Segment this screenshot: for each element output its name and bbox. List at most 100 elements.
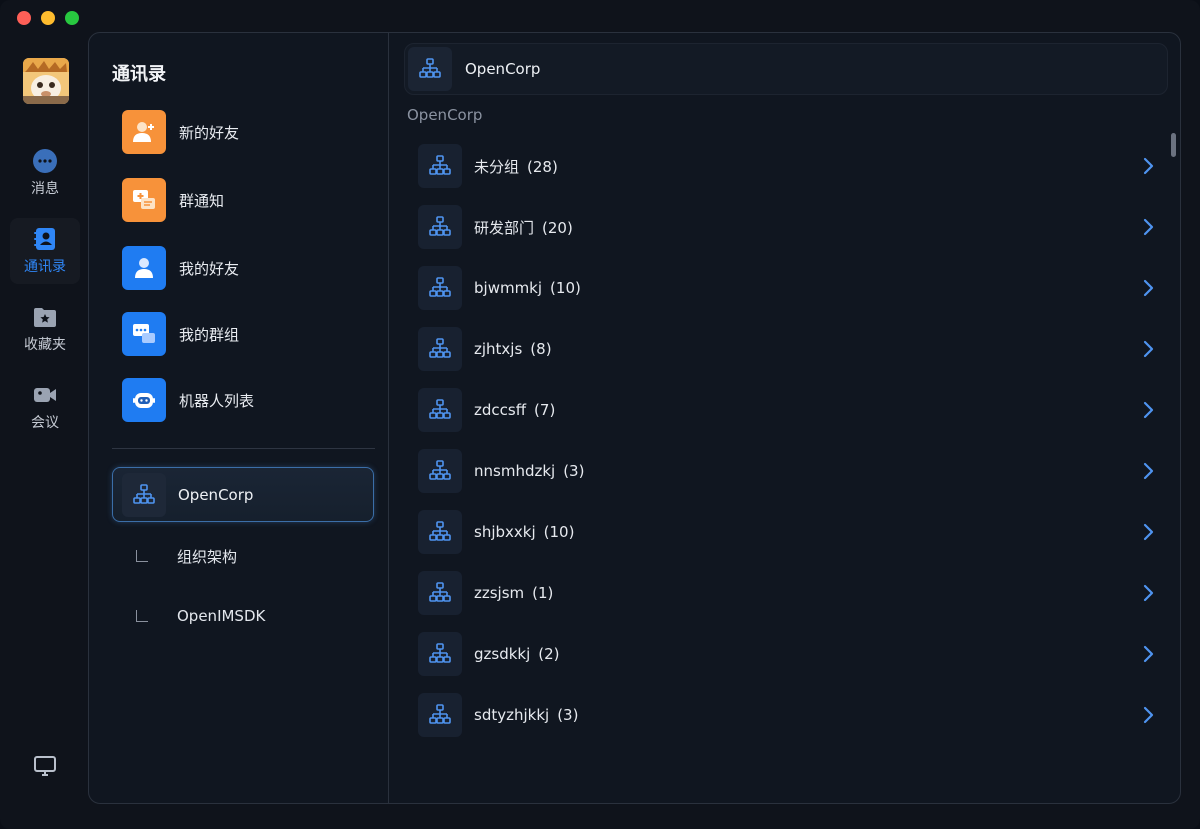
monitor-icon[interactable] <box>33 754 57 778</box>
department-row[interactable]: zzsjsm (1) <box>418 571 1158 615</box>
scrollbar[interactable] <box>1171 133 1176 157</box>
tree-branch-icon <box>136 550 148 562</box>
nav-item-messages[interactable]: 消息 <box>0 140 90 206</box>
divider <box>112 448 375 449</box>
department-name: sdtyzhjkkj (3) <box>474 706 579 724</box>
my-friends-icon <box>135 258 153 278</box>
member-count: (28) <box>527 157 558 176</box>
member-count: (7) <box>534 401 556 419</box>
org-chart-icon <box>429 155 451 175</box>
chevron-right-icon <box>1143 279 1154 297</box>
org-chart-icon <box>429 216 451 236</box>
department-row[interactable]: 研发部门 (20) <box>418 205 1158 249</box>
user-avatar[interactable] <box>23 58 69 104</box>
department-row[interactable]: 未分组 (28) <box>418 144 1158 188</box>
org-header-title: OpenCorp <box>465 60 541 78</box>
department-name: zzsjsm (1) <box>474 584 554 602</box>
department-name: shjbxxkj (10) <box>474 523 575 541</box>
chevron-right-icon <box>1143 523 1154 541</box>
nav-label-messages: 消息 <box>31 181 59 197</box>
department-name: gzsdkkj (2) <box>474 645 560 663</box>
maximize-window-button[interactable] <box>65 11 79 25</box>
chevron-right-icon <box>1143 584 1154 602</box>
contacts-icon <box>34 228 55 250</box>
department-row[interactable]: nnsmhdzkj (3) <box>418 449 1158 493</box>
favorites-folder-icon <box>34 308 56 327</box>
category-my-groups[interactable]: 我的群组 <box>122 312 382 356</box>
nav-item-favorites[interactable]: 收藏夹 <box>0 296 90 362</box>
video-camera-icon <box>34 388 56 402</box>
chevron-right-icon <box>1143 645 1154 663</box>
org-sub-item-structure[interactable]: 组织架构 <box>136 544 237 568</box>
department-name: 未分组 (28) <box>474 157 558 176</box>
member-count: (10) <box>550 279 581 297</box>
department-row[interactable]: zjhtxjs (8) <box>418 327 1158 371</box>
minimize-window-button[interactable] <box>41 11 55 25</box>
member-count: (3) <box>563 462 585 480</box>
category-label: 群通知 <box>179 191 225 210</box>
category-label: 新的好友 <box>179 123 240 142</box>
chevron-right-icon <box>1143 401 1154 419</box>
org-chart-icon <box>429 521 451 541</box>
organization-view: OpenCorp OpenCorp 未分组 (28) 研发部门 (20) bjwmmkj… <box>390 33 1180 803</box>
org-sub-item-openimsdk[interactable]: OpenIMSDK <box>136 604 265 628</box>
chevron-right-icon <box>1143 462 1154 480</box>
category-new-friends[interactable]: 新的好友 <box>122 110 382 154</box>
department-row[interactable]: sdtyzhjkkj (3) <box>418 693 1158 737</box>
nav-item-meetings[interactable]: 会议 <box>0 374 90 440</box>
org-chart-icon <box>419 58 441 78</box>
sub-item-label: OpenIMSDK <box>177 607 266 625</box>
org-chart-icon <box>133 483 155 504</box>
department-name: zjhtxjs (8) <box>474 340 552 358</box>
department-row[interactable]: bjwmmkj (10) <box>418 266 1158 310</box>
chevron-right-icon <box>1143 218 1154 236</box>
chevron-right-icon <box>1143 157 1154 175</box>
member-count: (2) <box>538 645 560 663</box>
chevron-right-icon <box>1143 706 1154 724</box>
department-row[interactable]: shjbxxkj (10) <box>418 510 1158 554</box>
my-groups-icon <box>133 324 155 343</box>
member-count: (8) <box>530 340 552 358</box>
category-label: 我的好友 <box>179 259 240 278</box>
org-header: OpenCorp <box>404 43 1168 95</box>
window-controls <box>17 11 79 25</box>
department-name: nnsmhdzkj (3) <box>474 462 585 480</box>
department-name: bjwmmkj (10) <box>474 279 581 297</box>
group-notice-icon <box>133 190 155 209</box>
org-chart-icon <box>429 338 451 358</box>
category-my-friends[interactable]: 我的好友 <box>122 246 382 290</box>
category-robots[interactable]: 机器人列表 <box>122 378 382 422</box>
nav-rail: 消息 通讯录 收藏夹 会议 <box>0 32 88 812</box>
org-chart-icon <box>429 277 451 297</box>
robot-icon <box>133 393 155 408</box>
member-count: (3) <box>557 706 579 724</box>
chat-bubble-icon <box>33 149 57 173</box>
category-group-notices[interactable]: 群通知 <box>122 178 382 222</box>
department-name: 研发部门 (20) <box>474 218 573 237</box>
breadcrumb: OpenCorp <box>407 106 483 124</box>
nav-label-favorites: 收藏夹 <box>24 337 66 353</box>
app-window: 消息 通讯录 收藏夹 会议 通讯录 新的好友 群通知 我的好友 我的群组 机器人… <box>0 0 1200 829</box>
org-chart-icon <box>429 460 451 480</box>
member-count: (1) <box>532 584 554 602</box>
department-row[interactable]: zdccsff (7) <box>418 388 1158 432</box>
tree-branch-icon <box>136 610 148 622</box>
new-friend-icon <box>133 122 154 142</box>
department-row[interactable]: gzsdkkj (2) <box>418 632 1158 676</box>
organization-item-opencorp[interactable]: OpenCorp <box>112 467 374 522</box>
org-chart-icon <box>429 399 451 419</box>
org-chart-icon <box>429 643 451 663</box>
org-chart-icon <box>429 582 451 602</box>
close-window-button[interactable] <box>17 11 31 25</box>
chevron-right-icon <box>1143 340 1154 358</box>
nav-item-contacts[interactable]: 通讯录 <box>0 218 90 284</box>
department-name: zdccsff (7) <box>474 401 556 419</box>
organization-name: OpenCorp <box>178 485 254 504</box>
contacts-panel: 通讯录 新的好友 群通知 我的好友 我的群组 机器人列表 OpenCorp 组织… <box>88 32 1181 804</box>
page-title: 通讯录 <box>112 64 166 85</box>
member-count: (20) <box>542 218 573 237</box>
contacts-sidebar: 通讯录 新的好友 群通知 我的好友 我的群组 机器人列表 OpenCorp 组织… <box>89 33 389 803</box>
sub-item-label: 组织架构 <box>177 547 238 566</box>
category-label: 机器人列表 <box>179 391 255 410</box>
nav-label-contacts: 通讯录 <box>24 259 66 275</box>
